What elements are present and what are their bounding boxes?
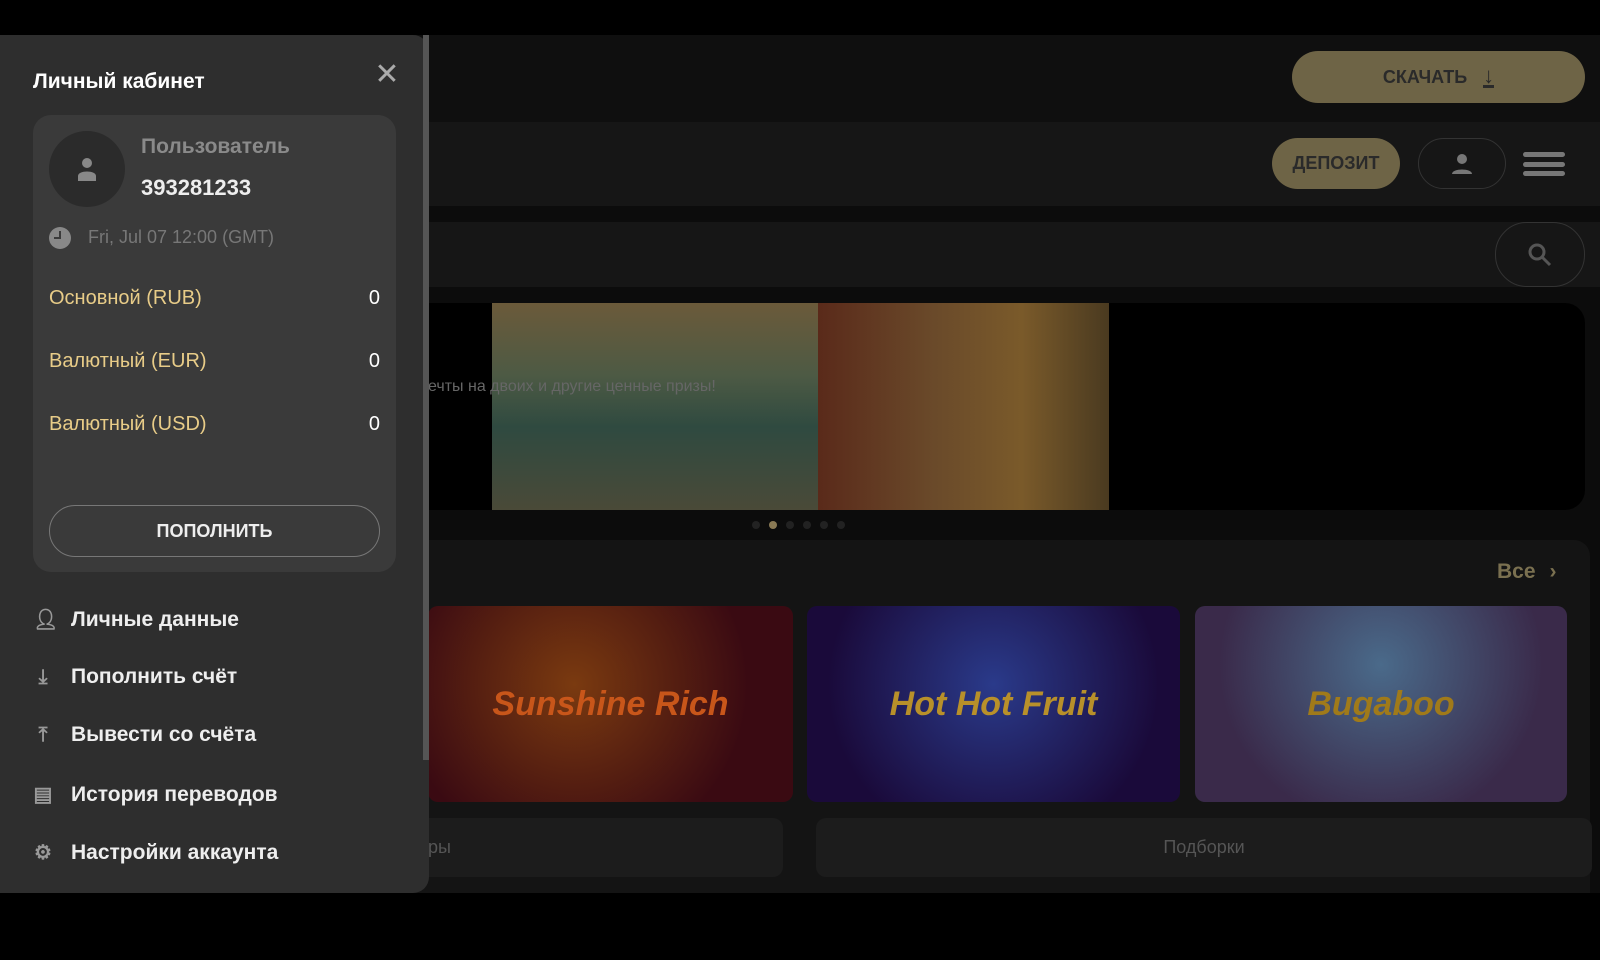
download-label: СКАЧАТЬ [1382, 66, 1468, 87]
dot[interactable] [803, 521, 811, 529]
bottom-tab-left[interactable]: ры [380, 818, 783, 877]
close-icon[interactable]: ✕ [374, 60, 400, 90]
user-icon: 👤︎ [33, 609, 59, 631]
download-icon: ⤓ [38, 665, 48, 688]
menu-withdraw[interactable]: ⤒ Вывести со счёта [33, 723, 257, 747]
collections-tab[interactable]: Подборки [816, 818, 1592, 877]
menu-history[interactable]: ▤ История переводов [33, 782, 278, 807]
topup-button[interactable]: ПОПОЛНИТЬ [49, 505, 380, 557]
balance-row: Валютный (USD) 0 [49, 413, 380, 435]
panel-title: Личный кабинет [33, 70, 205, 93]
clock-icon [49, 227, 71, 249]
user-id: 393281233 [141, 175, 252, 200]
user-icon [1452, 153, 1472, 174]
banner-text: ечты на двоих и другие ценные призы! [428, 378, 716, 395]
game-tile[interactable]: Bugaboo [1195, 606, 1567, 802]
history-icon: ▤ [33, 784, 53, 806]
hamburger-menu-icon[interactable] [1523, 152, 1565, 176]
gear-icon: ⚙ [34, 842, 52, 864]
user-label: Пользователь [141, 135, 290, 158]
search-icon [1528, 243, 1552, 266]
profile-button[interactable] [1418, 138, 1506, 189]
balance-row: Валютный (EUR) 0 [49, 350, 380, 372]
dot[interactable] [752, 521, 760, 529]
download-button[interactable]: СКАЧАТЬ ↓ [1292, 51, 1585, 103]
search-button[interactable] [1495, 222, 1585, 287]
balance-row: Основной (RUB) 0 [49, 287, 380, 309]
dot[interactable] [837, 521, 845, 529]
upload-icon: ⤒ [38, 723, 48, 746]
dot-active[interactable] [769, 521, 777, 529]
download-icon: ↓ [1483, 62, 1495, 88]
see-all-label: Все [1497, 560, 1536, 583]
avatar [49, 131, 125, 207]
dot[interactable] [820, 521, 828, 529]
chevron-right-icon: › [1549, 560, 1557, 583]
see-all-link[interactable]: Все › [1497, 560, 1557, 584]
scrollbar[interactable] [423, 35, 429, 760]
banner-image-surfers [818, 303, 1109, 510]
game-tile[interactable]: Sunshine Rich [428, 606, 793, 802]
menu-settings[interactable]: ⚙ Настройки аккаунта [33, 840, 278, 865]
deposit-button[interactable]: ДЕПОЗИТ [1272, 138, 1400, 189]
user-icon [78, 158, 96, 181]
dot[interactable] [786, 521, 794, 529]
game-tile[interactable]: Hot Hot Fruit [807, 606, 1180, 802]
menu-personal-data[interactable]: 👤︎ Личные данные [33, 607, 239, 632]
menu-deposit[interactable]: ⤓ Пополнить счёт [33, 665, 238, 689]
datetime: Fri, Jul 07 12:00 (GMT) [88, 227, 275, 247]
carousel-dots[interactable] [752, 521, 845, 529]
